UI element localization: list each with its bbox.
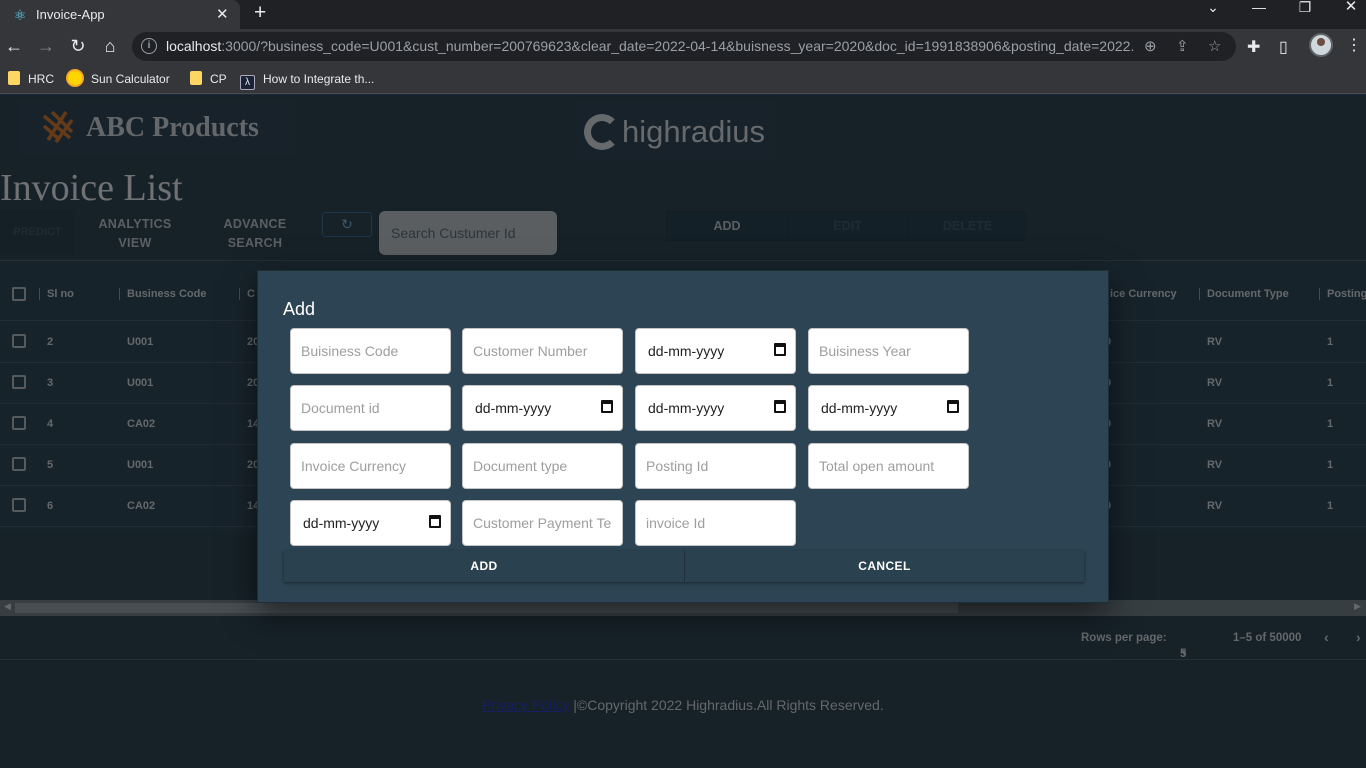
folder-icon [190, 71, 202, 85]
date-value: dd-mm-yyyy [821, 400, 898, 416]
back-icon[interactable]: ← [3, 35, 25, 57]
customer-payment-terms-field[interactable] [462, 500, 623, 546]
extensions-icon[interactable]: ✚ [1247, 37, 1260, 57]
calendar-icon[interactable] [947, 400, 959, 413]
dialog-add-button[interactable]: ADD [284, 551, 684, 582]
minimize-icon[interactable]: — [1236, 0, 1282, 29]
business-code-input[interactable] [291, 329, 450, 373]
reload-icon[interactable]: ↻ [67, 35, 89, 57]
share-icon[interactable]: ⇪ [1176, 37, 1189, 55]
site-info-icon[interactable]: i [141, 38, 157, 54]
date-value: dd-mm-yyyy [648, 343, 725, 359]
close-window-icon[interactable]: ✕ [1328, 0, 1366, 29]
calendar-icon[interactable] [774, 343, 786, 356]
business-year-input[interactable] [809, 329, 968, 373]
browser-tab[interactable]: ⚛ Invoice-App ✕ [0, 0, 240, 29]
lambda-icon: λ [240, 75, 255, 90]
bookmarks-bar: HRC Sun Calculator CP λ How to Integrate … [0, 64, 1366, 94]
add-invoice-dialog: Add dd-mm-yyyy dd-mm-yyyy dd-mm-yyyy dd-… [257, 270, 1109, 603]
restore-icon[interactable]: ❐ [1282, 0, 1328, 29]
business-year-field[interactable] [808, 328, 969, 374]
date-field-1[interactable]: dd-mm-yyyy [635, 328, 796, 374]
calendar-icon[interactable] [774, 400, 786, 413]
posting-id-field[interactable] [635, 443, 796, 489]
url-text[interactable]: localhost:3000/?business_code=U001&cust_… [166, 38, 1134, 54]
document-id-field[interactable] [290, 385, 451, 431]
zoom-icon[interactable]: ⊕ [1144, 37, 1157, 55]
address-bar[interactable]: i localhost:3000/?business_code=U001&cus… [132, 32, 1236, 61]
document-type-input[interactable] [463, 444, 622, 488]
profile-avatar[interactable] [1309, 33, 1333, 57]
tab-title: Invoice-App [36, 7, 105, 22]
posting-id-input[interactable] [636, 444, 795, 488]
date-field-3[interactable]: dd-mm-yyyy [635, 385, 796, 431]
bookmark-integrate[interactable]: λ How to Integrate th... [240, 69, 374, 90]
home-icon[interactable]: ⌂ [99, 35, 121, 57]
bookmark-sun-calculator[interactable]: Sun Calculator [68, 69, 170, 89]
invoice-currency-field[interactable] [290, 443, 451, 489]
forward-icon[interactable]: → [35, 35, 57, 57]
date-value: dd-mm-yyyy [303, 515, 380, 531]
react-icon: ⚛ [13, 7, 27, 23]
date-value: dd-mm-yyyy [475, 400, 552, 416]
business-code-field[interactable] [290, 328, 451, 374]
calendar-icon[interactable] [601, 400, 613, 413]
total-open-amount-input[interactable] [809, 444, 968, 488]
date-field-2[interactable]: dd-mm-yyyy [462, 385, 623, 431]
total-open-amount-field[interactable] [808, 443, 969, 489]
date-field-5[interactable]: dd-mm-yyyy [290, 500, 451, 546]
new-tab-icon[interactable]: + [254, 1, 266, 25]
document-type-field[interactable] [462, 443, 623, 489]
dialog-actions: ADD CANCEL [284, 551, 1084, 582]
bookmark-star-icon[interactable]: ☆ [1208, 37, 1221, 55]
document-id-input[interactable] [291, 386, 450, 430]
close-tab-icon[interactable]: ✕ [216, 5, 229, 23]
customer-number-input[interactable] [463, 329, 622, 373]
browser-tabstrip: ⚛ Invoice-App ✕ + ⌄ — ❐ ✕ [0, 0, 1366, 29]
bookmark-cp[interactable]: CP [190, 69, 227, 89]
dialog-cancel-button[interactable]: CANCEL [684, 551, 1084, 582]
sun-icon [68, 71, 82, 85]
menu-icon[interactable]: ⋮ [1346, 35, 1362, 55]
invoice-currency-input[interactable] [291, 444, 450, 488]
side-panel-icon[interactable]: ▯ [1279, 37, 1288, 57]
browser-toolbar: ← → ↻ ⌂ i localhost:3000/?business_code=… [0, 29, 1366, 64]
invoice-id-field[interactable] [635, 500, 796, 546]
dialog-title: Add [283, 299, 316, 319]
date-value: dd-mm-yyyy [648, 400, 725, 416]
customer-number-field[interactable] [462, 328, 623, 374]
folder-icon [8, 71, 20, 85]
calendar-icon[interactable] [429, 515, 441, 528]
invoice-id-input[interactable] [636, 501, 795, 545]
bookmark-hrc[interactable]: HRC [8, 69, 54, 89]
date-field-4[interactable]: dd-mm-yyyy [808, 385, 969, 431]
customer-payment-terms-input[interactable] [463, 501, 622, 545]
tab-search-icon[interactable]: ⌄ [1190, 0, 1236, 29]
